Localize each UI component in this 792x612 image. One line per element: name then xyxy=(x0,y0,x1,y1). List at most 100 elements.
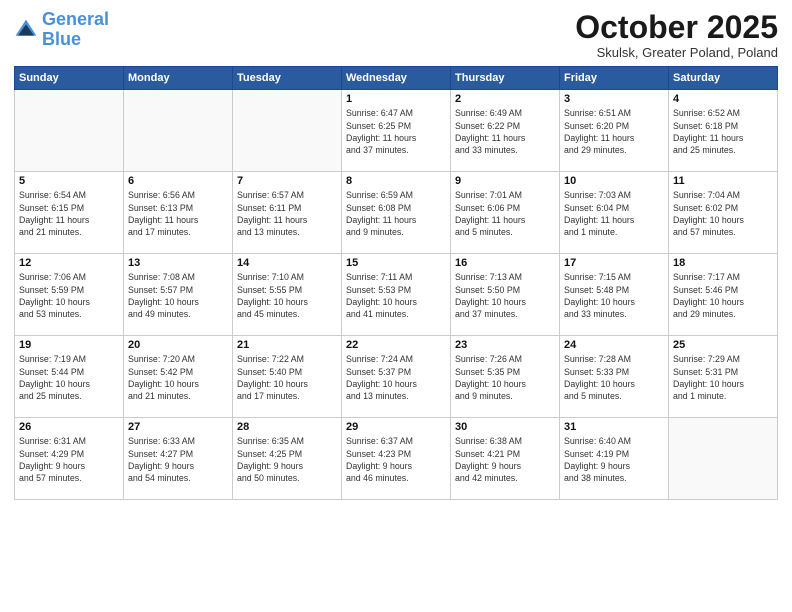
calendar-week-row: 1 Sunrise: 6:47 AM Sunset: 6:25 PM Daylig… xyxy=(15,90,778,172)
day-info: Sunrise: 7:06 AM Sunset: 5:59 PM Dayligh… xyxy=(19,271,119,320)
day-number: 13 xyxy=(128,257,228,269)
day-info: Sunrise: 6:49 AM Sunset: 6:22 PM Dayligh… xyxy=(455,107,555,156)
day-number: 5 xyxy=(19,175,119,187)
day-number: 18 xyxy=(673,257,773,269)
calendar-day-cell: 18 Sunrise: 7:17 AM Sunset: 5:46 PM Dayli… xyxy=(669,254,778,336)
calendar-day-cell xyxy=(669,418,778,500)
logo-line1: General xyxy=(42,9,109,29)
calendar-day-cell: 4Sunrise: 6:52 AM Sunset: 6:18 PM Daylig… xyxy=(669,90,778,172)
calendar-day-cell: 2 Sunrise: 6:49 AM Sunset: 6:22 PM Daylig… xyxy=(451,90,560,172)
calendar-day-cell: 5Sunrise: 6:54 AM Sunset: 6:15 PM Daylig… xyxy=(15,172,124,254)
day-info: Sunrise: 7:10 AM Sunset: 5:55 PM Dayligh… xyxy=(237,271,337,320)
day-info: Sunrise: 6:38 AM Sunset: 4:21 PM Dayligh… xyxy=(455,435,555,484)
calendar-day-cell: 31 Sunrise: 6:40 AM Sunset: 4:19 PM Dayli… xyxy=(560,418,669,500)
month-title: October 2025 xyxy=(575,10,778,45)
header-friday: Friday xyxy=(560,67,669,90)
logo-icon xyxy=(14,18,38,42)
day-number: 25 xyxy=(673,339,773,351)
page-container: General Blue October 2025 Skulsk, Greate… xyxy=(0,0,792,506)
day-info: Sunrise: 6:37 AM Sunset: 4:23 PM Dayligh… xyxy=(346,435,446,484)
calendar-day-cell: 25 Sunrise: 7:29 AM Sunset: 5:31 PM Dayli… xyxy=(669,336,778,418)
calendar-day-cell: 3 Sunrise: 6:51 AM Sunset: 6:20 PM Daylig… xyxy=(560,90,669,172)
logo: General Blue xyxy=(14,10,109,50)
header: General Blue October 2025 Skulsk, Greate… xyxy=(14,10,778,60)
calendar-day-cell: 27 Sunrise: 6:33 AM Sunset: 4:27 PM Dayli… xyxy=(124,418,233,500)
day-number: 19 xyxy=(19,339,119,351)
header-tuesday: Tuesday xyxy=(233,67,342,90)
calendar-day-cell: 26Sunrise: 6:31 AM Sunset: 4:29 PM Dayli… xyxy=(15,418,124,500)
calendar-day-cell: 15 Sunrise: 7:11 AM Sunset: 5:53 PM Dayli… xyxy=(342,254,451,336)
day-info: Sunrise: 6:57 AM Sunset: 6:11 PM Dayligh… xyxy=(237,189,337,238)
calendar-day-cell: 1 Sunrise: 6:47 AM Sunset: 6:25 PM Daylig… xyxy=(342,90,451,172)
day-number: 16 xyxy=(455,257,555,269)
day-info: Sunrise: 7:04 AM Sunset: 6:02 PM Dayligh… xyxy=(673,189,773,238)
day-number: 11 xyxy=(673,175,773,187)
day-number: 3 xyxy=(564,93,664,105)
calendar-day-cell: 12Sunrise: 7:06 AM Sunset: 5:59 PM Dayli… xyxy=(15,254,124,336)
day-number: 10 xyxy=(564,175,664,187)
day-info: Sunrise: 7:29 AM Sunset: 5:31 PM Dayligh… xyxy=(673,353,773,402)
calendar-day-cell: 28Sunrise: 6:35 AM Sunset: 4:25 PM Dayli… xyxy=(233,418,342,500)
header-thursday: Thursday xyxy=(451,67,560,90)
calendar-day-cell: 11 Sunrise: 7:04 AM Sunset: 6:02 PM Dayli… xyxy=(669,172,778,254)
calendar-day-cell: 30 Sunrise: 6:38 AM Sunset: 4:21 PM Dayli… xyxy=(451,418,560,500)
calendar-week-row: 12Sunrise: 7:06 AM Sunset: 5:59 PM Dayli… xyxy=(15,254,778,336)
calendar-day-cell: 14Sunrise: 7:10 AM Sunset: 5:55 PM Dayli… xyxy=(233,254,342,336)
day-info: Sunrise: 7:20 AM Sunset: 5:42 PM Dayligh… xyxy=(128,353,228,402)
day-info: Sunrise: 6:40 AM Sunset: 4:19 PM Dayligh… xyxy=(564,435,664,484)
calendar-day-cell: 9Sunrise: 7:01 AM Sunset: 6:06 PM Daylig… xyxy=(451,172,560,254)
calendar-day-cell: 10Sunrise: 7:03 AM Sunset: 6:04 PM Dayli… xyxy=(560,172,669,254)
day-number: 21 xyxy=(237,339,337,351)
day-number: 23 xyxy=(455,339,555,351)
calendar-day-cell: 16Sunrise: 7:13 AM Sunset: 5:50 PM Dayli… xyxy=(451,254,560,336)
calendar-table: Sunday Monday Tuesday Wednesday Thursday… xyxy=(14,66,778,500)
title-block: October 2025 Skulsk, Greater Poland, Pol… xyxy=(575,10,778,60)
calendar-week-row: 19 Sunrise: 7:19 AM Sunset: 5:44 PM Dayli… xyxy=(15,336,778,418)
day-info: Sunrise: 6:35 AM Sunset: 4:25 PM Dayligh… xyxy=(237,435,337,484)
day-number: 31 xyxy=(564,421,664,433)
header-sunday: Sunday xyxy=(15,67,124,90)
day-info: Sunrise: 7:17 AM Sunset: 5:46 PM Dayligh… xyxy=(673,271,773,320)
calendar-day-cell: 19 Sunrise: 7:19 AM Sunset: 5:44 PM Dayli… xyxy=(15,336,124,418)
calendar-day-cell: 24Sunrise: 7:28 AM Sunset: 5:33 PM Dayli… xyxy=(560,336,669,418)
calendar-day-cell xyxy=(124,90,233,172)
calendar-day-cell xyxy=(15,90,124,172)
day-info: Sunrise: 6:51 AM Sunset: 6:20 PM Dayligh… xyxy=(564,107,664,156)
header-monday: Monday xyxy=(124,67,233,90)
day-number: 20 xyxy=(128,339,228,351)
day-info: Sunrise: 6:33 AM Sunset: 4:27 PM Dayligh… xyxy=(128,435,228,484)
calendar-day-cell: 17 Sunrise: 7:15 AM Sunset: 5:48 PM Dayli… xyxy=(560,254,669,336)
day-number: 15 xyxy=(346,257,446,269)
calendar-day-cell: 29 Sunrise: 6:37 AM Sunset: 4:23 PM Dayli… xyxy=(342,418,451,500)
logo-line2: Blue xyxy=(42,29,81,49)
day-info: Sunrise: 7:26 AM Sunset: 5:35 PM Dayligh… xyxy=(455,353,555,402)
day-info: Sunrise: 7:15 AM Sunset: 5:48 PM Dayligh… xyxy=(564,271,664,320)
day-number: 30 xyxy=(455,421,555,433)
day-info: Sunrise: 6:56 AM Sunset: 6:13 PM Dayligh… xyxy=(128,189,228,238)
day-number: 29 xyxy=(346,421,446,433)
day-number: 2 xyxy=(455,93,555,105)
day-number: 1 xyxy=(346,93,446,105)
day-info: Sunrise: 7:19 AM Sunset: 5:44 PM Dayligh… xyxy=(19,353,119,402)
header-wednesday: Wednesday xyxy=(342,67,451,90)
day-info: Sunrise: 7:11 AM Sunset: 5:53 PM Dayligh… xyxy=(346,271,446,320)
calendar-day-cell: 20 Sunrise: 7:20 AM Sunset: 5:42 PM Dayli… xyxy=(124,336,233,418)
calendar-day-cell: 8Sunrise: 6:59 AM Sunset: 6:08 PM Daylig… xyxy=(342,172,451,254)
day-info: Sunrise: 6:47 AM Sunset: 6:25 PM Dayligh… xyxy=(346,107,446,156)
day-number: 22 xyxy=(346,339,446,351)
calendar-day-cell xyxy=(233,90,342,172)
calendar-week-row: 26Sunrise: 6:31 AM Sunset: 4:29 PM Dayli… xyxy=(15,418,778,500)
day-number: 17 xyxy=(564,257,664,269)
location-subtitle: Skulsk, Greater Poland, Poland xyxy=(575,45,778,60)
calendar-day-cell: 13 Sunrise: 7:08 AM Sunset: 5:57 PM Dayli… xyxy=(124,254,233,336)
day-number: 7 xyxy=(237,175,337,187)
calendar-week-row: 5Sunrise: 6:54 AM Sunset: 6:15 PM Daylig… xyxy=(15,172,778,254)
day-number: 8 xyxy=(346,175,446,187)
day-number: 27 xyxy=(128,421,228,433)
calendar-day-cell: 7 Sunrise: 6:57 AM Sunset: 6:11 PM Daylig… xyxy=(233,172,342,254)
day-info: Sunrise: 7:22 AM Sunset: 5:40 PM Dayligh… xyxy=(237,353,337,402)
calendar-day-cell: 22Sunrise: 7:24 AM Sunset: 5:37 PM Dayli… xyxy=(342,336,451,418)
day-info: Sunrise: 7:08 AM Sunset: 5:57 PM Dayligh… xyxy=(128,271,228,320)
header-saturday: Saturday xyxy=(669,67,778,90)
days-header-row: Sunday Monday Tuesday Wednesday Thursday… xyxy=(15,67,778,90)
